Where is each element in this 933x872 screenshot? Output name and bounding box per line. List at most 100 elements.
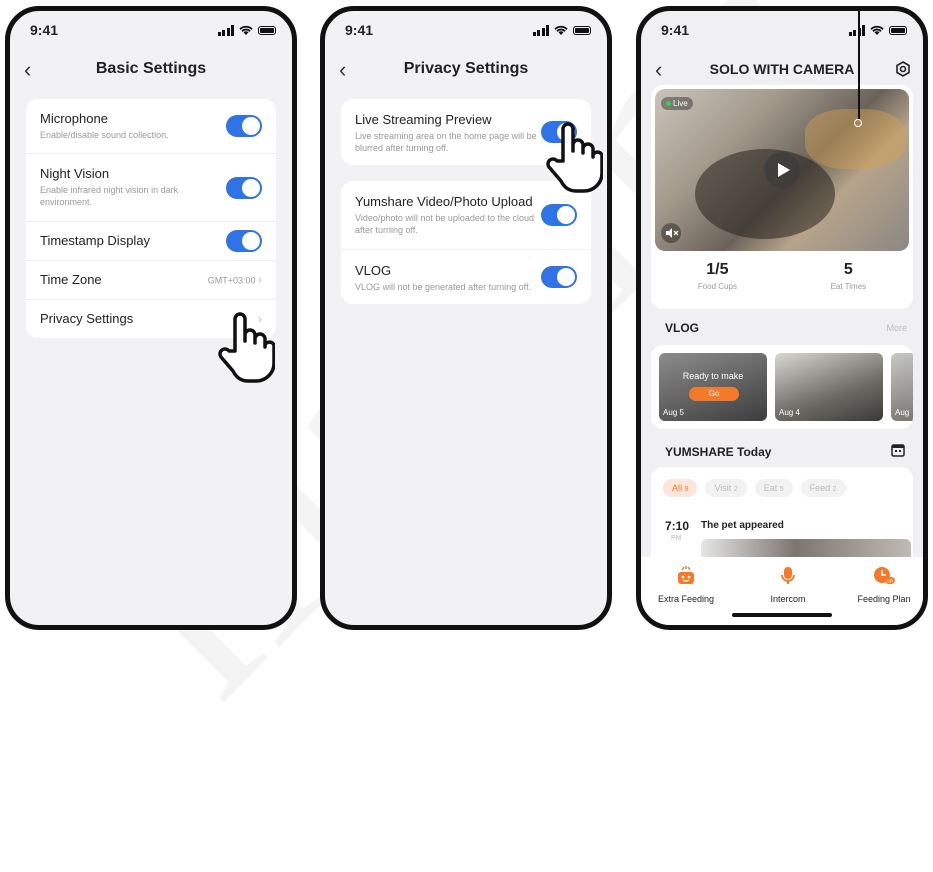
- wifi-icon: [239, 25, 253, 35]
- back-icon[interactable]: ‹: [339, 57, 346, 83]
- row-night-vision: Night Vision Enable infrared night visio…: [26, 154, 276, 222]
- signal-icon: [217, 24, 234, 36]
- nav-label: Feeding Plan: [857, 594, 911, 604]
- stat-label: Food Cups: [697, 282, 737, 291]
- page-title: SOLO WITH CAMERA: [709, 61, 855, 77]
- row-desc: Live streaming area on the home page wil…: [355, 131, 537, 153]
- callout-line: [858, 11, 860, 119]
- play-button[interactable]: [764, 152, 800, 188]
- time-zone-value: GMT+03:00: [207, 275, 256, 286]
- nav-label: Extra Feeding: [657, 594, 715, 604]
- home-indicator: [732, 613, 832, 617]
- mute-icon: [666, 228, 679, 238]
- nav-extra-feeding[interactable]: Extra Feeding: [651, 565, 721, 604]
- vlog-title: VLOG: [665, 321, 700, 335]
- bottom-nav: Extra Feeding Intercom on Feeding Plan: [641, 557, 923, 625]
- phone-basic-settings: 9:41 ‹ Basic Settings Microphone Enable/…: [5, 6, 297, 630]
- filter-chips: All 9 Visit 2 Eat 5 Feed 2: [663, 479, 846, 497]
- tap-hand-icon: [546, 122, 603, 193]
- row-time-zone[interactable]: Time Zone GMT+03:00 ›: [26, 261, 276, 300]
- vlog-card: Ready to make Go Aug 5 Aug 4 Aug: [651, 345, 913, 429]
- stat-value: 5: [843, 261, 853, 278]
- today-title: YUMSHARE Today: [665, 445, 772, 459]
- status-bar: 9:41: [30, 19, 276, 41]
- stat-eat-times: 5 Eat Times: [831, 261, 867, 291]
- event-ampm: PM: [671, 535, 682, 542]
- row-microphone: Microphone Enable/disable sound collecti…: [26, 99, 276, 154]
- calendar-icon[interactable]: [891, 443, 905, 457]
- row-desc: Video/photo will not be uploaded to the …: [355, 213, 534, 235]
- row-desc: Enable/disable sound collection.: [40, 130, 169, 140]
- microphone-toggle[interactable]: [226, 115, 262, 137]
- row-desc: VLOG will not be generated after turning…: [355, 282, 531, 292]
- row-title: Timestamp Display: [40, 233, 151, 248]
- filter-chip-visit[interactable]: Visit 2: [705, 479, 747, 497]
- battery-icon: [889, 25, 907, 35]
- vlog-more-link[interactable]: More: [886, 323, 907, 333]
- page-title: Privacy Settings: [403, 60, 529, 77]
- row-title: Privacy Settings: [40, 311, 134, 326]
- row-desc: Enable infrared night vision in dark env…: [40, 185, 179, 207]
- vlog-thumb[interactable]: Aug: [891, 353, 913, 421]
- live-badge: Live: [661, 97, 693, 110]
- feeding-plan-icon: on: [874, 567, 895, 585]
- back-icon[interactable]: ‹: [24, 57, 31, 83]
- tap-hand-icon: [218, 312, 275, 383]
- phone-device-home: 9:41 ‹ SOLO WITH CAMERA Live 1/5 Food Cu…: [636, 6, 928, 630]
- vlog-thumb[interactable]: Ready to make Go Aug 5: [659, 353, 767, 421]
- vlog-date: Aug 5: [663, 408, 684, 417]
- vlog-date: Aug 4: [779, 408, 800, 417]
- mute-button[interactable]: [661, 223, 681, 243]
- vlog-overlay-text: Ready to make: [682, 371, 744, 381]
- battery-icon: [573, 25, 591, 35]
- play-icon: [778, 163, 790, 177]
- stat-food-cups: 1/5 Food Cups: [698, 261, 737, 291]
- camera-card: Live 1/5 Food Cups 5 Eat Times: [651, 85, 913, 309]
- status-bar: 9:41: [345, 19, 591, 41]
- row-title: Time Zone: [40, 272, 102, 287]
- intercom-icon: [781, 567, 795, 584]
- vlog-go-button[interactable]: Go: [689, 387, 739, 401]
- nav-label: Intercom: [770, 594, 806, 604]
- event-text: The pet appeared: [701, 520, 784, 531]
- phone-privacy-settings: 9:41 ‹ Privacy Settings Live Streaming P…: [320, 6, 612, 630]
- status-time: 9:41: [661, 22, 690, 38]
- live-video-preview[interactable]: Live: [655, 89, 909, 251]
- night-vision-toggle[interactable]: [226, 176, 262, 199]
- status-time: 9:41: [30, 22, 59, 38]
- back-icon[interactable]: ‹: [655, 57, 662, 83]
- signal-icon: [848, 24, 865, 36]
- event-time: 7:10: [665, 519, 690, 533]
- timestamp-toggle[interactable]: [226, 230, 262, 252]
- filter-chip-all[interactable]: All 9: [663, 479, 698, 497]
- privacy-card-upload: Yumshare Video/Photo Upload Video/photo …: [341, 181, 591, 304]
- nav-intercom[interactable]: Intercom: [753, 565, 823, 604]
- navbar: ‹ Basic Settings: [10, 55, 292, 83]
- wifi-icon: [554, 25, 568, 35]
- status-bar: 9:41: [661, 19, 907, 41]
- stats-row: 1/5 Food Cups 5 Eat Times: [651, 261, 913, 291]
- vlog-date: Aug: [895, 408, 910, 417]
- vlog-toggle[interactable]: [541, 266, 577, 288]
- settings-card: Microphone Enable/disable sound collecti…: [26, 99, 276, 338]
- row-vlog: VLOG VLOG will not be generated after tu…: [341, 250, 591, 304]
- row-title: Night Vision: [40, 166, 110, 181]
- extra-feeding-icon: [678, 566, 694, 584]
- nav-feeding-plan[interactable]: on Feeding Plan: [849, 565, 919, 604]
- wifi-icon: [870, 25, 884, 35]
- live-dot-icon: [666, 101, 671, 106]
- battery-icon: [258, 25, 276, 35]
- navbar: ‹ SOLO WITH CAMERA: [641, 55, 923, 83]
- upload-toggle[interactable]: [541, 204, 577, 226]
- page-title: Basic Settings: [95, 60, 207, 77]
- callout-dot: [854, 119, 862, 127]
- vlog-thumb[interactable]: Aug 4: [775, 353, 883, 421]
- filter-chip-eat[interactable]: Eat 5: [754, 479, 793, 497]
- navbar: ‹ Privacy Settings: [325, 55, 607, 83]
- feeding-plan-badge: on: [887, 579, 893, 585]
- settings-icon[interactable]: [895, 61, 911, 77]
- stat-value: 1/5: [706, 261, 729, 278]
- stat-label: Eat Times: [830, 282, 867, 291]
- status-time: 9:41: [345, 22, 374, 38]
- filter-chip-feed[interactable]: Feed 2: [800, 479, 846, 497]
